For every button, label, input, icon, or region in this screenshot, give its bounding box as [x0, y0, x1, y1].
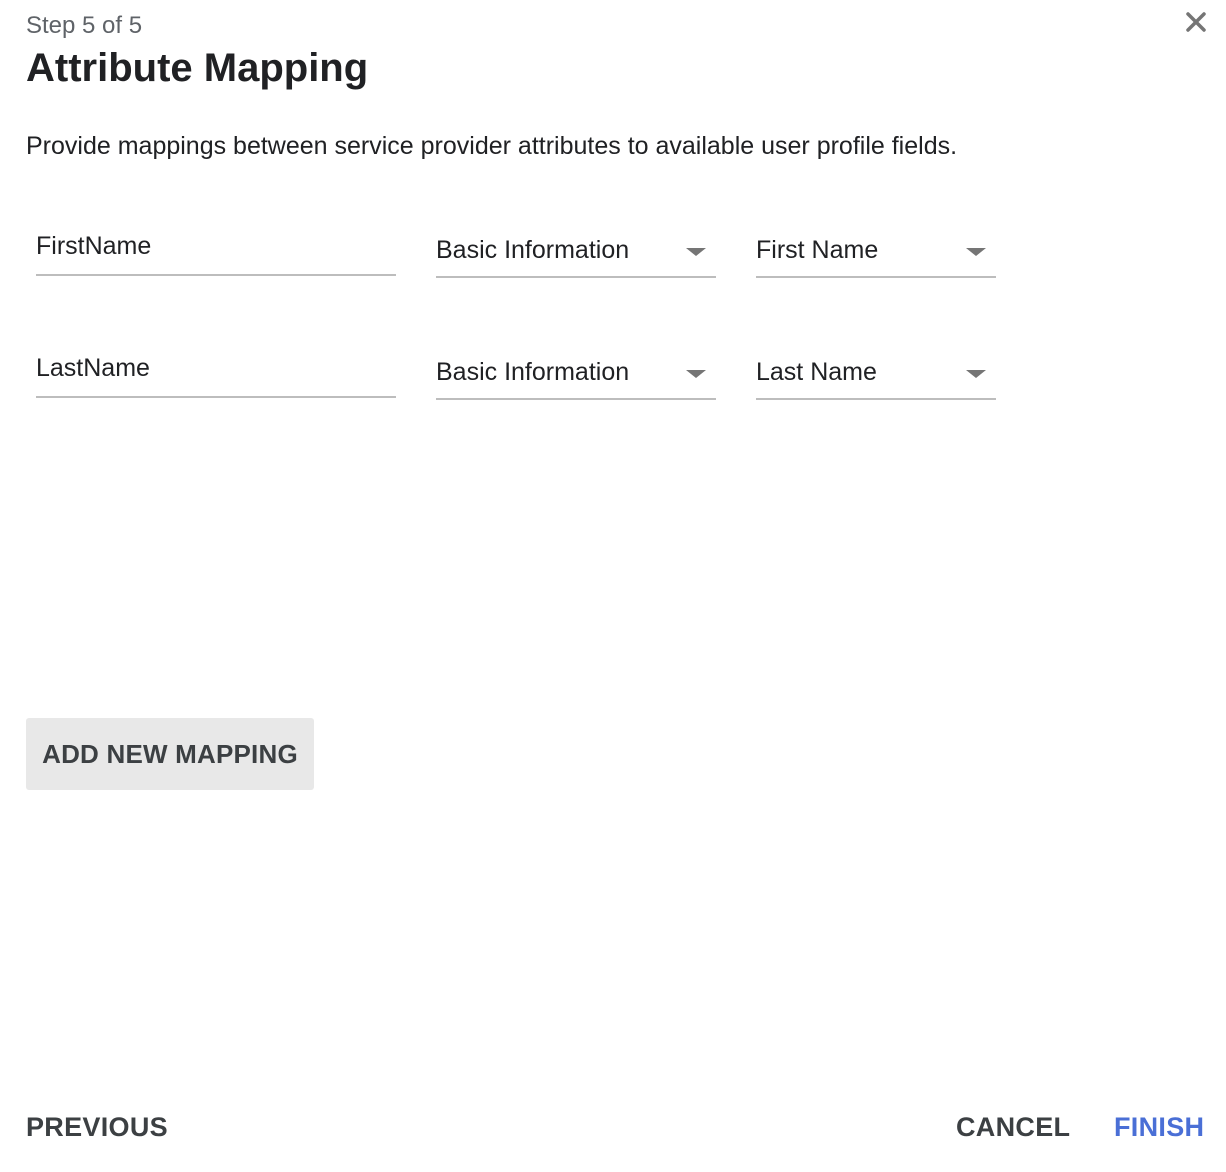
finish-button[interactable]: FINISH [1114, 1112, 1204, 1143]
attribute-input[interactable]: LastName [36, 344, 396, 398]
mapping-row: FirstName Basic Information First Name [36, 222, 996, 282]
category-select[interactable]: Basic Information [436, 346, 716, 400]
field-select[interactable]: First Name [756, 224, 996, 278]
attribute-value: FirstName [36, 232, 152, 260]
chevron-down-icon [966, 370, 986, 378]
category-value: Basic Information [436, 358, 630, 386]
field-value: First Name [756, 236, 879, 264]
step-indicator: Step 5 of 5 [26, 12, 143, 39]
mapping-row: LastName Basic Information Last Name [36, 344, 996, 404]
dialog-description: Provide mappings between service provide… [26, 132, 958, 160]
chevron-down-icon [686, 370, 706, 378]
attribute-input[interactable]: FirstName [36, 222, 396, 276]
add-new-mapping-button[interactable]: ADD NEW MAPPING [26, 718, 314, 790]
attribute-value: LastName [36, 354, 150, 382]
chevron-down-icon [966, 248, 986, 256]
cancel-button[interactable]: CANCEL [956, 1112, 1070, 1143]
category-select[interactable]: Basic Information [436, 224, 716, 278]
field-select[interactable]: Last Name [756, 346, 996, 400]
chevron-down-icon [686, 248, 706, 256]
close-button[interactable] [1180, 6, 1212, 38]
category-value: Basic Information [436, 236, 630, 264]
close-icon [1186, 12, 1206, 32]
dialog-title: Attribute Mapping [26, 46, 369, 90]
field-value: Last Name [756, 358, 877, 386]
previous-button[interactable]: PREVIOUS [26, 1112, 168, 1143]
